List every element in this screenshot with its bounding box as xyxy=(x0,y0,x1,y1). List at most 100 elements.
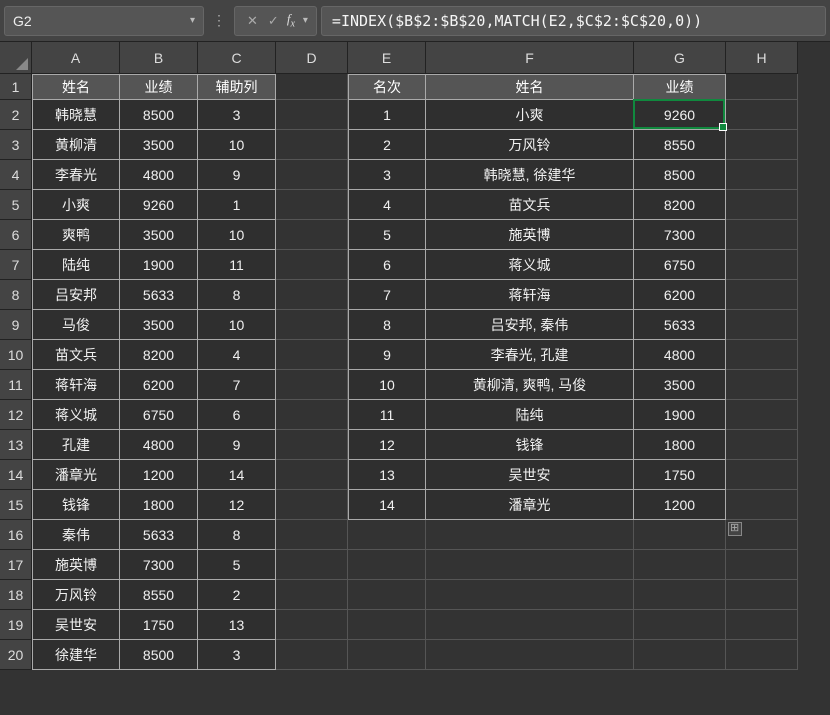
cell-G1[interactable]: 业绩 xyxy=(634,74,726,100)
cell-E12[interactable]: 11 xyxy=(348,400,426,430)
fx-icon[interactable]: fx xyxy=(285,11,297,30)
cell-C18[interactable]: 2 xyxy=(198,580,276,610)
cell-D12[interactable] xyxy=(276,400,348,430)
cell-D14[interactable] xyxy=(276,460,348,490)
autofill-options-icon[interactable] xyxy=(728,522,742,536)
cell-G13[interactable]: 1800 xyxy=(634,430,726,460)
cell-G17[interactable] xyxy=(634,550,726,580)
cell-C11[interactable]: 7 xyxy=(198,370,276,400)
cell-E1[interactable]: 名次 xyxy=(348,74,426,100)
row-header-2[interactable]: 2 xyxy=(0,100,32,130)
cell-D9[interactable] xyxy=(276,310,348,340)
cell-B2[interactable]: 8500 xyxy=(120,100,198,130)
cell-C16[interactable]: 8 xyxy=(198,520,276,550)
cancel-formula-icon[interactable]: ✕ xyxy=(243,13,262,29)
cell-B5[interactable]: 9260 xyxy=(120,190,198,220)
row-header-15[interactable]: 15 xyxy=(0,490,32,520)
cell-F18[interactable] xyxy=(426,580,634,610)
cell-E10[interactable]: 9 xyxy=(348,340,426,370)
cell-F6[interactable]: 施英博 xyxy=(426,220,634,250)
cell-A2[interactable]: 韩晓慧 xyxy=(32,100,120,130)
cell-G5[interactable]: 8200 xyxy=(634,190,726,220)
cell-A3[interactable]: 黄柳清 xyxy=(32,130,120,160)
cell-A20[interactable]: 徐建华 xyxy=(32,640,120,670)
cell-D6[interactable] xyxy=(276,220,348,250)
cell-H14[interactable] xyxy=(726,460,798,490)
cell-C4[interactable]: 9 xyxy=(198,160,276,190)
cell-E17[interactable] xyxy=(348,550,426,580)
cell-H3[interactable] xyxy=(726,130,798,160)
cell-E8[interactable]: 7 xyxy=(348,280,426,310)
cell-D20[interactable] xyxy=(276,640,348,670)
cell-G18[interactable] xyxy=(634,580,726,610)
cell-B9[interactable]: 3500 xyxy=(120,310,198,340)
cell-A6[interactable]: 爽鸭 xyxy=(32,220,120,250)
col-header-B[interactable]: B xyxy=(120,42,198,74)
row-header-16[interactable]: 16 xyxy=(0,520,32,550)
cell-F20[interactable] xyxy=(426,640,634,670)
cell-A18[interactable]: 万风铃 xyxy=(32,580,120,610)
cell-H17[interactable] xyxy=(726,550,798,580)
cell-F14[interactable]: 吴世安 xyxy=(426,460,634,490)
cell-G15[interactable]: 1200 xyxy=(634,490,726,520)
cell-E20[interactable] xyxy=(348,640,426,670)
col-header-E[interactable]: E xyxy=(348,42,426,74)
cell-B16[interactable]: 5633 xyxy=(120,520,198,550)
cell-B10[interactable]: 8200 xyxy=(120,340,198,370)
cell-H18[interactable] xyxy=(726,580,798,610)
cell-F19[interactable] xyxy=(426,610,634,640)
chevron-down-icon[interactable]: ▾ xyxy=(299,15,308,26)
cell-E4[interactable]: 3 xyxy=(348,160,426,190)
cell-H4[interactable] xyxy=(726,160,798,190)
cell-B6[interactable]: 3500 xyxy=(120,220,198,250)
cell-D11[interactable] xyxy=(276,370,348,400)
cell-G14[interactable]: 1750 xyxy=(634,460,726,490)
cell-G11[interactable]: 3500 xyxy=(634,370,726,400)
cell-G10[interactable]: 4800 xyxy=(634,340,726,370)
row-header-14[interactable]: 14 xyxy=(0,460,32,490)
cell-D7[interactable] xyxy=(276,250,348,280)
cell-A14[interactable]: 潘章光 xyxy=(32,460,120,490)
cell-F3[interactable]: 万风铃 xyxy=(426,130,634,160)
cell-F16[interactable] xyxy=(426,520,634,550)
cell-C20[interactable]: 3 xyxy=(198,640,276,670)
cell-F17[interactable] xyxy=(426,550,634,580)
cell-H12[interactable] xyxy=(726,400,798,430)
cell-B8[interactable]: 5633 xyxy=(120,280,198,310)
cell-E6[interactable]: 5 xyxy=(348,220,426,250)
row-header-3[interactable]: 3 xyxy=(0,130,32,160)
cell-A15[interactable]: 钱锋 xyxy=(32,490,120,520)
cell-H15[interactable] xyxy=(726,490,798,520)
cell-H8[interactable] xyxy=(726,280,798,310)
cell-D5[interactable] xyxy=(276,190,348,220)
cell-B3[interactable]: 3500 xyxy=(120,130,198,160)
cell-E15[interactable]: 14 xyxy=(348,490,426,520)
cell-C2[interactable]: 3 xyxy=(198,100,276,130)
cell-B18[interactable]: 8550 xyxy=(120,580,198,610)
cell-H2[interactable] xyxy=(726,100,798,130)
cell-A19[interactable]: 吴世安 xyxy=(32,610,120,640)
cell-D4[interactable] xyxy=(276,160,348,190)
cell-H9[interactable] xyxy=(726,310,798,340)
cell-A4[interactable]: 李春光 xyxy=(32,160,120,190)
cell-C10[interactable]: 4 xyxy=(198,340,276,370)
cell-A5[interactable]: 小爽 xyxy=(32,190,120,220)
cell-B20[interactable]: 8500 xyxy=(120,640,198,670)
cell-B19[interactable]: 1750 xyxy=(120,610,198,640)
row-header-12[interactable]: 12 xyxy=(0,400,32,430)
cell-E5[interactable]: 4 xyxy=(348,190,426,220)
col-header-A[interactable]: A xyxy=(32,42,120,74)
cell-G8[interactable]: 6200 xyxy=(634,280,726,310)
cell-E11[interactable]: 10 xyxy=(348,370,426,400)
row-header-19[interactable]: 19 xyxy=(0,610,32,640)
cell-H6[interactable] xyxy=(726,220,798,250)
cell-C14[interactable]: 14 xyxy=(198,460,276,490)
cell-B1[interactable]: 业绩 xyxy=(120,74,198,100)
cell-E13[interactable]: 12 xyxy=(348,430,426,460)
cell-G12[interactable]: 1900 xyxy=(634,400,726,430)
cell-G6[interactable]: 7300 xyxy=(634,220,726,250)
row-header-18[interactable]: 18 xyxy=(0,580,32,610)
cell-F9[interactable]: 吕安邦, 秦伟 xyxy=(426,310,634,340)
row-header-7[interactable]: 7 xyxy=(0,250,32,280)
cell-C17[interactable]: 5 xyxy=(198,550,276,580)
